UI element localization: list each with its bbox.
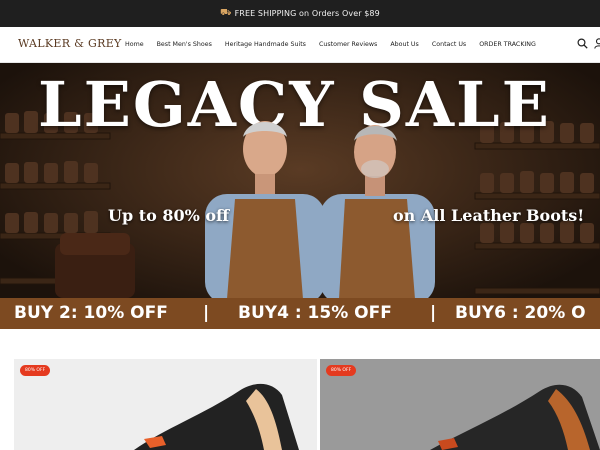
product-card[interactable]: 80% OFF	[320, 359, 600, 450]
menu-item-best-mens-shoes[interactable]: Best Men's Shoes	[157, 41, 212, 48]
header-icons	[577, 38, 600, 49]
site-header: WALKER & GREY Home Best Men's Shoes Heri…	[0, 27, 600, 63]
truck-icon: ⛟	[220, 8, 232, 18]
promo-buy-6: BUY6 : 20% O	[455, 303, 586, 323]
menu-item-contact-us[interactable]: Contact Us	[432, 41, 466, 48]
promo-strip: BUY 2: 10% OFF | BUY4 : 15% OFF | BUY6 :…	[0, 298, 600, 329]
discount-badge: 80% OFF	[326, 365, 357, 376]
menu-item-about-us[interactable]: About Us	[390, 41, 419, 48]
promo-buy-4: BUY4 : 15% OFF	[238, 303, 392, 323]
hero-subtitle-right: on All Leather Boots!	[393, 206, 585, 225]
hero-subtitle-left: Up to 80% off	[108, 206, 230, 225]
product-card[interactable]: 80% OFF	[14, 359, 317, 450]
menu-item-heritage-suits[interactable]: Heritage Handmade Suits	[225, 41, 306, 48]
account-icon[interactable]	[594, 38, 600, 49]
product-grid: 80% OFF 80% OFF	[0, 329, 600, 450]
craftsmen-image	[205, 121, 435, 299]
shoe-image	[134, 383, 299, 450]
promo-buy-2: BUY 2: 10% OFF	[14, 303, 168, 323]
menu-item-customer-reviews[interactable]: Customer Reviews	[319, 41, 377, 48]
site-logo[interactable]: WALKER & GREY	[18, 37, 122, 50]
announcement-text: FREE SHIPPING on Orders Over $89	[234, 9, 380, 18]
menu-item-order-tracking[interactable]: ORDER TRACKING	[479, 41, 536, 48]
search-icon[interactable]	[577, 38, 588, 49]
menu-item-home[interactable]: Home	[125, 41, 144, 48]
hero-banner[interactable]: LEGACY SALE Up to 80% off on All Leather…	[0, 63, 600, 329]
announcement-bar: ⛟ FREE SHIPPING on Orders Over $89	[0, 0, 600, 27]
shoe-image	[430, 384, 600, 450]
promo-divider-2: |	[430, 303, 437, 323]
discount-badge: 80% OFF	[20, 365, 51, 376]
main-menu: Home Best Men's Shoes Heritage Handmade …	[125, 41, 536, 48]
promo-divider-1: |	[203, 303, 210, 323]
